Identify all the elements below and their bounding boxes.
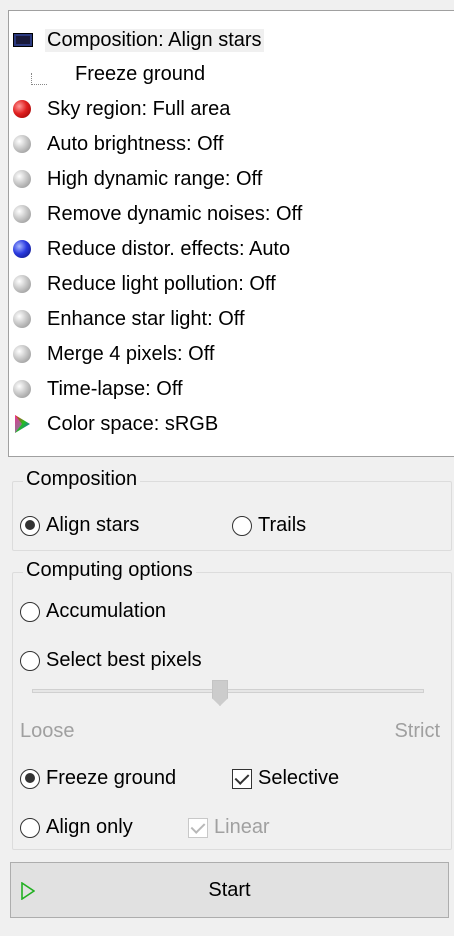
freeze-ground-label: Freeze ground: [46, 767, 177, 789]
gray-ball-icon: [13, 380, 31, 398]
play-icon: [21, 882, 35, 900]
tree-item-freeze-ground[interactable]: Freeze ground: [73, 57, 207, 91]
tree-item-label: Merge 4 pixels: Off: [47, 342, 215, 365]
screen-icon: [13, 33, 33, 47]
tree-item-label: Reduce light pollution: Off: [47, 272, 276, 295]
blue-ball-icon: [13, 240, 31, 258]
accumulation-radio[interactable]: Accumulation: [20, 600, 166, 623]
gray-ball-icon: [13, 310, 31, 328]
radio-unchecked-icon: [20, 601, 40, 622]
radio-unchecked-icon: [20, 650, 40, 671]
tree-item-reduce-light-pollution[interactable]: Reduce light pollution: Off: [13, 267, 278, 301]
linear-checkbox: Linear: [188, 816, 270, 839]
trails-label: Trails: [258, 514, 307, 536]
tree-item-auto-brightness[interactable]: Auto brightness: Off: [13, 127, 225, 161]
gray-ball-icon: [13, 275, 31, 293]
tree-item-label: Time-lapse: Off: [47, 377, 183, 400]
linear-label: Linear: [214, 816, 270, 838]
computing-options-title: Computing options: [23, 559, 196, 582]
tree-item-label: Remove dynamic noises: Off: [47, 202, 303, 225]
tree-connector-icon: [31, 73, 47, 85]
radio-unchecked-icon: [20, 817, 40, 838]
gray-ball-icon: [13, 205, 31, 223]
gray-ball-icon: [13, 135, 31, 153]
radio-checked-icon: [20, 768, 40, 789]
red-ball-icon: [13, 100, 31, 118]
tree-item-label: High dynamic range: Off: [47, 167, 263, 190]
tree-item-label: Reduce distor. effects: Auto: [47, 237, 291, 260]
tree-item-sky-region[interactable]: Sky region: Full area: [13, 92, 232, 126]
align-only-label: Align only: [46, 816, 133, 838]
strict-label: Strict: [394, 720, 440, 742]
gray-ball-icon: [13, 170, 31, 188]
tree-item-enhance-star-light[interactable]: Enhance star light: Off: [13, 302, 247, 336]
tree-item-time-lapse[interactable]: Time-lapse: Off: [13, 372, 185, 406]
gray-ball-icon: [13, 345, 31, 363]
align-stars-radio[interactable]: Align stars: [20, 514, 139, 537]
loose-label: Loose: [20, 720, 75, 742]
tree-item-label: Sky region: Full area: [47, 97, 231, 120]
start-button[interactable]: Start: [10, 862, 449, 918]
freeze-ground-radio[interactable]: Freeze ground: [20, 767, 176, 790]
select-best-pixels-radio[interactable]: Select best pixels: [20, 649, 202, 672]
tree-item-label: Color space: sRGB: [47, 412, 219, 435]
checkbox-checked-icon: [188, 817, 208, 838]
tree-item-merge-pixels[interactable]: Merge 4 pixels: Off: [13, 337, 216, 371]
tree-item-remove-dynamic-noises[interactable]: Remove dynamic noises: Off: [13, 197, 304, 231]
selectivity-slider-track[interactable]: [32, 689, 424, 693]
align-stars-label: Align stars: [46, 514, 140, 536]
tree-item-label: Freeze ground: [75, 62, 206, 85]
color-triangle-icon: [15, 415, 30, 433]
tree-item-high-dynamic-range[interactable]: High dynamic range: Off: [13, 162, 264, 196]
tree-item-reduce-distortion[interactable]: Reduce distor. effects: Auto: [13, 232, 292, 266]
tree-item-color-space[interactable]: Color space: sRGB: [13, 407, 220, 441]
radio-unchecked-icon: [232, 515, 252, 536]
tree-item-composition[interactable]: Composition: Align stars: [13, 23, 264, 57]
selective-label: Selective: [258, 767, 340, 789]
radio-checked-icon: [20, 515, 40, 536]
composition-title: Composition: [23, 468, 141, 491]
tree-item-label: Enhance star light: Off: [47, 307, 245, 330]
checkbox-checked-icon: [232, 768, 252, 789]
selective-checkbox[interactable]: Selective: [232, 767, 339, 790]
status-tree[interactable]: Composition: Align stars Freeze ground S…: [8, 10, 454, 457]
tree-item-label: Auto brightness: Off: [47, 132, 224, 155]
select-best-pixels-label: Select best pixels: [46, 649, 202, 671]
start-button-label: Start: [208, 878, 251, 901]
trails-radio[interactable]: Trails: [232, 514, 306, 537]
align-only-radio[interactable]: Align only: [20, 816, 133, 839]
accumulation-label: Accumulation: [46, 600, 167, 622]
tree-item-label: Composition: Align stars: [45, 28, 264, 52]
